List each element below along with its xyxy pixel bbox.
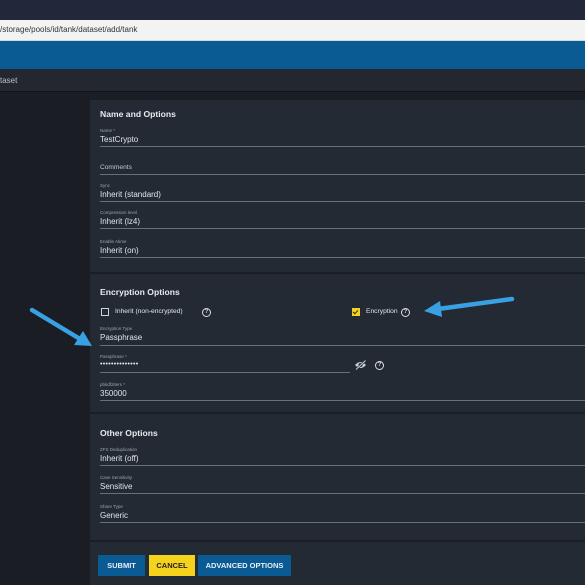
cancel-button[interactable]: CANCEL: [149, 555, 195, 576]
section-title-encryption: Encryption Options: [100, 287, 180, 297]
section-title-name-options: Name and Options: [100, 109, 176, 119]
help-icon[interactable]: ?: [202, 308, 211, 317]
breadcrumb[interactable]: taset: [0, 76, 17, 85]
compression-value[interactable]: Inherit (lz4): [100, 217, 140, 226]
inherit-checkbox-label[interactable]: Inherit (non-encrypted): [115, 308, 183, 315]
url-text[interactable]: /storage/pools/id/tank/dataset/add/tank: [0, 25, 137, 34]
submit-button[interactable]: SUBMIT: [98, 555, 145, 576]
eye-off-icon[interactable]: [354, 360, 367, 370]
atime-label: Enable Atime: [100, 239, 127, 244]
encryption-type-label: Encryption Type: [100, 326, 133, 331]
encryption-checkbox[interactable]: [352, 308, 360, 316]
compression-underline: [100, 228, 585, 229]
share-type-value[interactable]: Generic: [100, 511, 128, 520]
name-label: Name *: [100, 128, 116, 133]
section-divider: [90, 272, 585, 274]
name-underline: [100, 146, 585, 147]
browser-title-bar: [0, 0, 585, 20]
help-icon[interactable]: ?: [401, 308, 410, 317]
dedup-underline: [100, 465, 585, 466]
case-sensitivity-value[interactable]: Sensitive: [100, 482, 132, 491]
dataset-form: Name and Options Name * TestCrypto Comme…: [90, 100, 585, 585]
passphrase-label: Passphrase *: [100, 354, 127, 359]
name-input[interactable]: TestCrypto: [100, 135, 138, 144]
section-title-other: Other Options: [100, 428, 158, 438]
inherit-checkbox[interactable]: [101, 308, 109, 316]
sync-value[interactable]: Inherit (standard): [100, 190, 161, 199]
share-type-underline: [100, 522, 585, 523]
dedup-value[interactable]: Inherit (off): [100, 454, 139, 463]
passphrase-input[interactable]: ••••••••••••••: [100, 361, 139, 368]
pbkdf2iters-input[interactable]: 350000: [100, 389, 127, 398]
dedup-label: ZFS Deduplication: [100, 447, 138, 452]
advanced-options-button[interactable]: ADVANCED OPTIONS: [198, 555, 291, 576]
comments-input[interactable]: Comments: [100, 164, 132, 171]
sync-label: Sync: [100, 183, 111, 188]
section-divider: [90, 412, 585, 414]
atime-underline: [100, 257, 585, 258]
encryption-type-value[interactable]: Passphrase: [100, 333, 142, 342]
case-sensitivity-label: Case Sensitivity: [100, 475, 133, 480]
sync-underline: [100, 201, 585, 202]
app-header: [0, 41, 585, 69]
share-type-label: Share Type: [100, 504, 123, 509]
comments-underline: [100, 174, 585, 175]
breadcrumb-bar: taset: [0, 69, 585, 92]
annotation-arrow-left: [29, 307, 92, 346]
passphrase-underline: [100, 372, 350, 373]
case-sensitivity-underline: [100, 493, 585, 494]
browser-url-bar[interactable]: /storage/pools/id/tank/dataset/add/tank: [0, 20, 585, 41]
help-icon[interactable]: ?: [375, 361, 384, 370]
annotation-arrow-right: [424, 296, 515, 317]
pbkdf2iters-label: pbkdf2iters *: [100, 382, 126, 387]
encryption-checkbox-label[interactable]: Encryption: [366, 308, 398, 315]
pbkdf2iters-underline: [100, 400, 585, 401]
compression-label: Compression level: [100, 210, 138, 215]
encryption-type-underline: [100, 345, 585, 346]
section-divider: [90, 540, 585, 542]
atime-value[interactable]: Inherit (on): [100, 246, 139, 255]
